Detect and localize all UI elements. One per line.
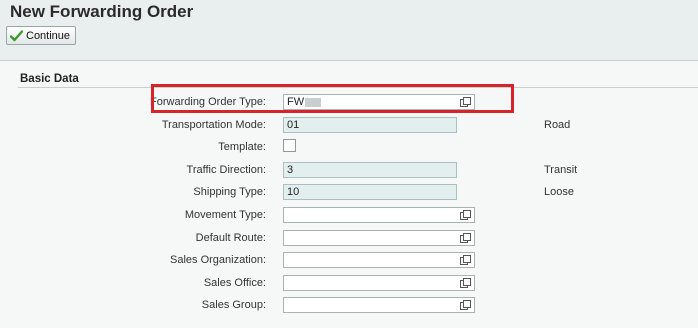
value-help-icon[interactable] — [460, 233, 471, 243]
transportation-mode-field: 01 — [283, 117, 457, 133]
shipping-type-field: 10 — [283, 184, 457, 200]
default-route-label: Default Route: — [195, 232, 266, 244]
movement-type-label: Movement Type: — [184, 209, 266, 221]
sales-office-input[interactable] — [283, 275, 475, 291]
checkmark-icon — [10, 29, 23, 42]
continue-button-label: Continue — [26, 29, 71, 42]
continue-button[interactable]: Continue — [6, 26, 77, 45]
value-help-icon[interactable] — [460, 210, 471, 220]
value-help-icon[interactable] — [460, 300, 471, 310]
sales-group-label: Sales Group: — [201, 299, 266, 311]
default-route-input[interactable] — [283, 230, 475, 246]
traffic-direction-description: Transit — [544, 164, 578, 176]
transportation-mode-label: Transportation Mode: — [161, 119, 266, 131]
traffic-direction-field: 3 — [283, 162, 457, 178]
sales-organization-label: Sales Organization: — [170, 254, 266, 266]
traffic-direction-label: Traffic Direction: — [186, 164, 266, 176]
movement-type-input[interactable] — [283, 207, 475, 223]
sales-organization-input[interactable] — [283, 252, 475, 268]
transportation-mode-description: Road — [544, 119, 571, 131]
shipping-type-label: Shipping Type: — [193, 186, 266, 198]
shipping-type-description: Loose — [544, 186, 574, 198]
value-help-icon[interactable] — [460, 278, 471, 288]
highlight-box — [151, 84, 514, 113]
template-checkbox[interactable] — [283, 139, 296, 152]
section-title: Basic Data — [20, 73, 79, 85]
template-label: Template: — [218, 141, 266, 153]
page-title: New Forwarding Order — [10, 2, 194, 21]
sales-group-input[interactable] — [283, 297, 475, 313]
value-help-icon[interactable] — [460, 255, 471, 265]
sales-office-label: Sales Office: — [203, 277, 266, 289]
